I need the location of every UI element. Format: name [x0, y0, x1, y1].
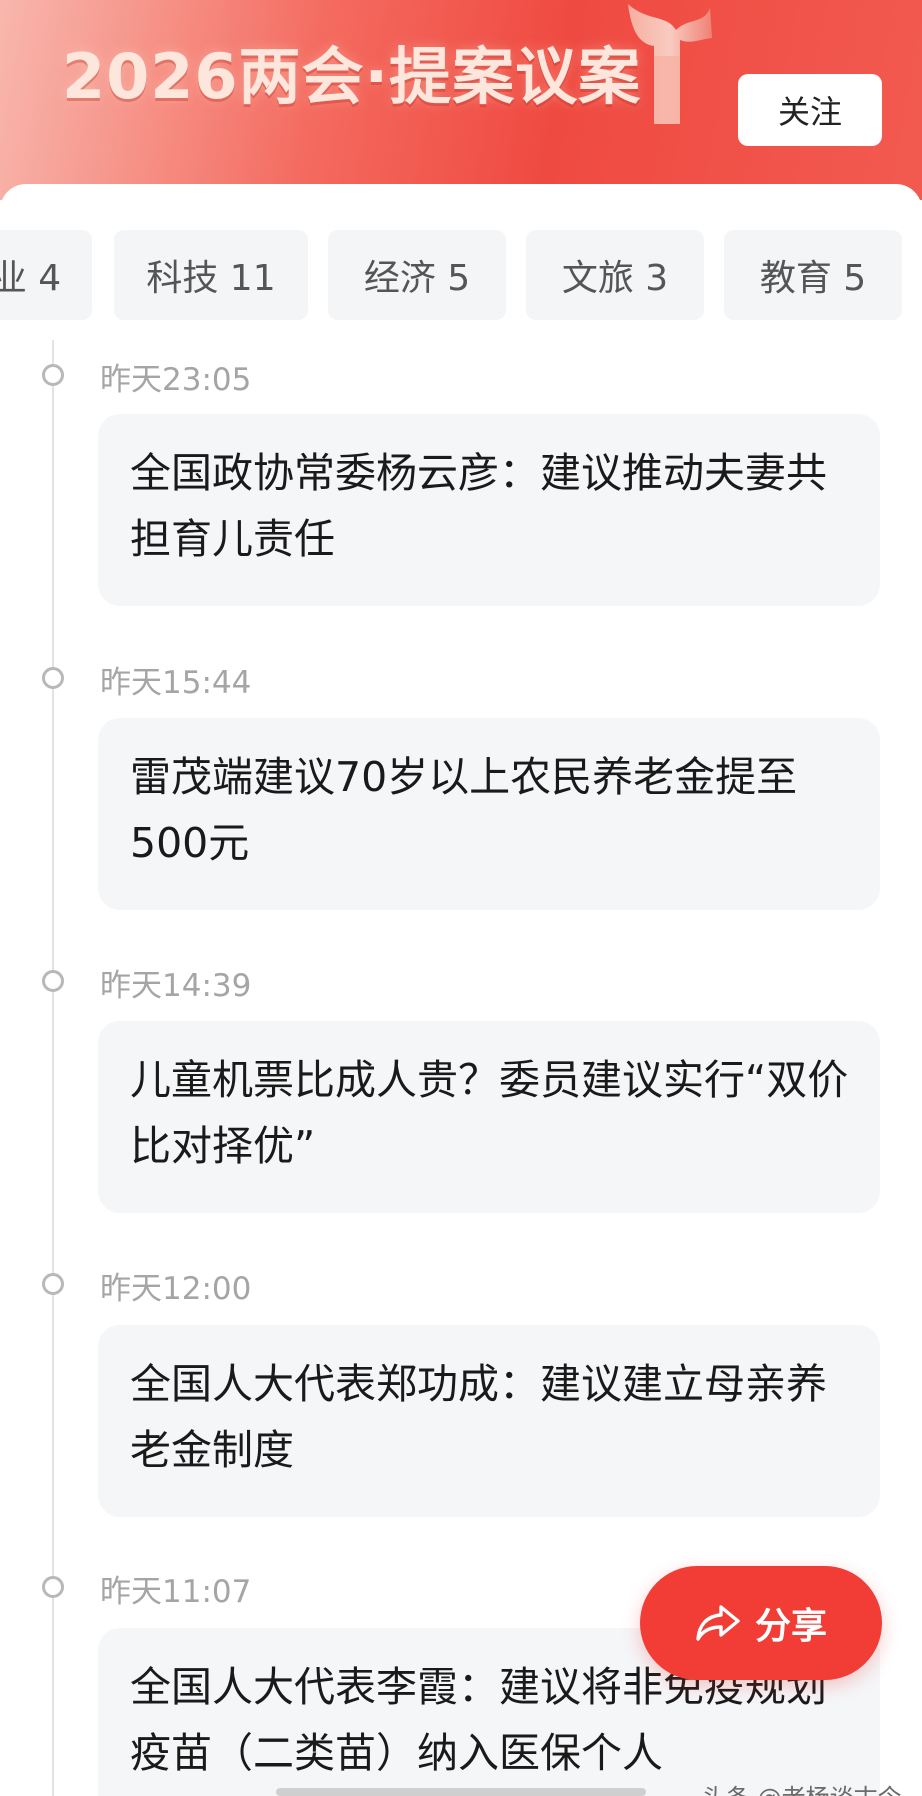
news-card[interactable]: 儿童机票比成人贵？委员建议实行“双价比对择优” [98, 1021, 880, 1213]
tab-economy[interactable]: 经济 5 [328, 230, 506, 320]
tab-culture-tourism[interactable]: 文旅 3 [526, 230, 704, 320]
timestamp: 昨天15:44 [100, 665, 252, 701]
timestamp: 昨天12:00 [100, 1271, 252, 1307]
news-card[interactable]: 雷茂端建议70岁以上农民养老金提至500元 [98, 718, 880, 910]
tab-tech[interactable]: 科技 11 [114, 230, 308, 320]
page-title: 2026两会·提案议案 [62, 40, 642, 113]
timestamp: 昨天11:07 [100, 1574, 252, 1610]
news-headline: 雷茂端建议70岁以上农民养老金提至500元 [130, 753, 798, 867]
timeline-dot [42, 667, 64, 689]
timeline-dot [42, 364, 64, 386]
header-banner: 2026两会·提案议案 关注 [0, 0, 922, 200]
share-label: 分享 [754, 1605, 827, 1646]
share-arrow-icon [696, 1605, 740, 1641]
timestamp: 昨天23:05 [100, 362, 252, 398]
timeline-dot [42, 1273, 64, 1295]
home-indicator[interactable] [276, 1788, 646, 1796]
news-card[interactable]: 全国人大代表郑功成：建议建立母亲养老金制度 [98, 1325, 880, 1517]
share-button[interactable]: 分享 [640, 1566, 882, 1680]
tab-category[interactable]: 业 4 [0, 230, 92, 320]
proposals-page: 2026两会·提案议案 关注 业 4 科技 11 经济 5 文旅 3 教育 5 … [0, 0, 922, 1796]
tab-education[interactable]: 教育 5 [724, 230, 902, 320]
watermark: 头条 @老杨谈古今 [702, 1778, 902, 1796]
timeline-dot [42, 970, 64, 992]
category-tabs: 业 4 科技 11 经济 5 文旅 3 教育 5 [0, 230, 922, 322]
timeline-dot [42, 1576, 64, 1598]
follow-button[interactable]: 关注 [738, 74, 882, 146]
news-headline: 全国政协常委杨云彦：建议推动夫妻共担育儿责任 [130, 449, 827, 563]
news-headline: 儿童机票比成人贵？委员建议实行“双价比对择优” [130, 1056, 849, 1170]
timestamp: 昨天14:39 [100, 968, 252, 1004]
news-headline: 全国人大代表郑功成：建议建立母亲养老金制度 [130, 1360, 827, 1474]
news-card[interactable]: 全国政协常委杨云彦：建议推动夫妻共担育儿责任 [98, 414, 880, 606]
